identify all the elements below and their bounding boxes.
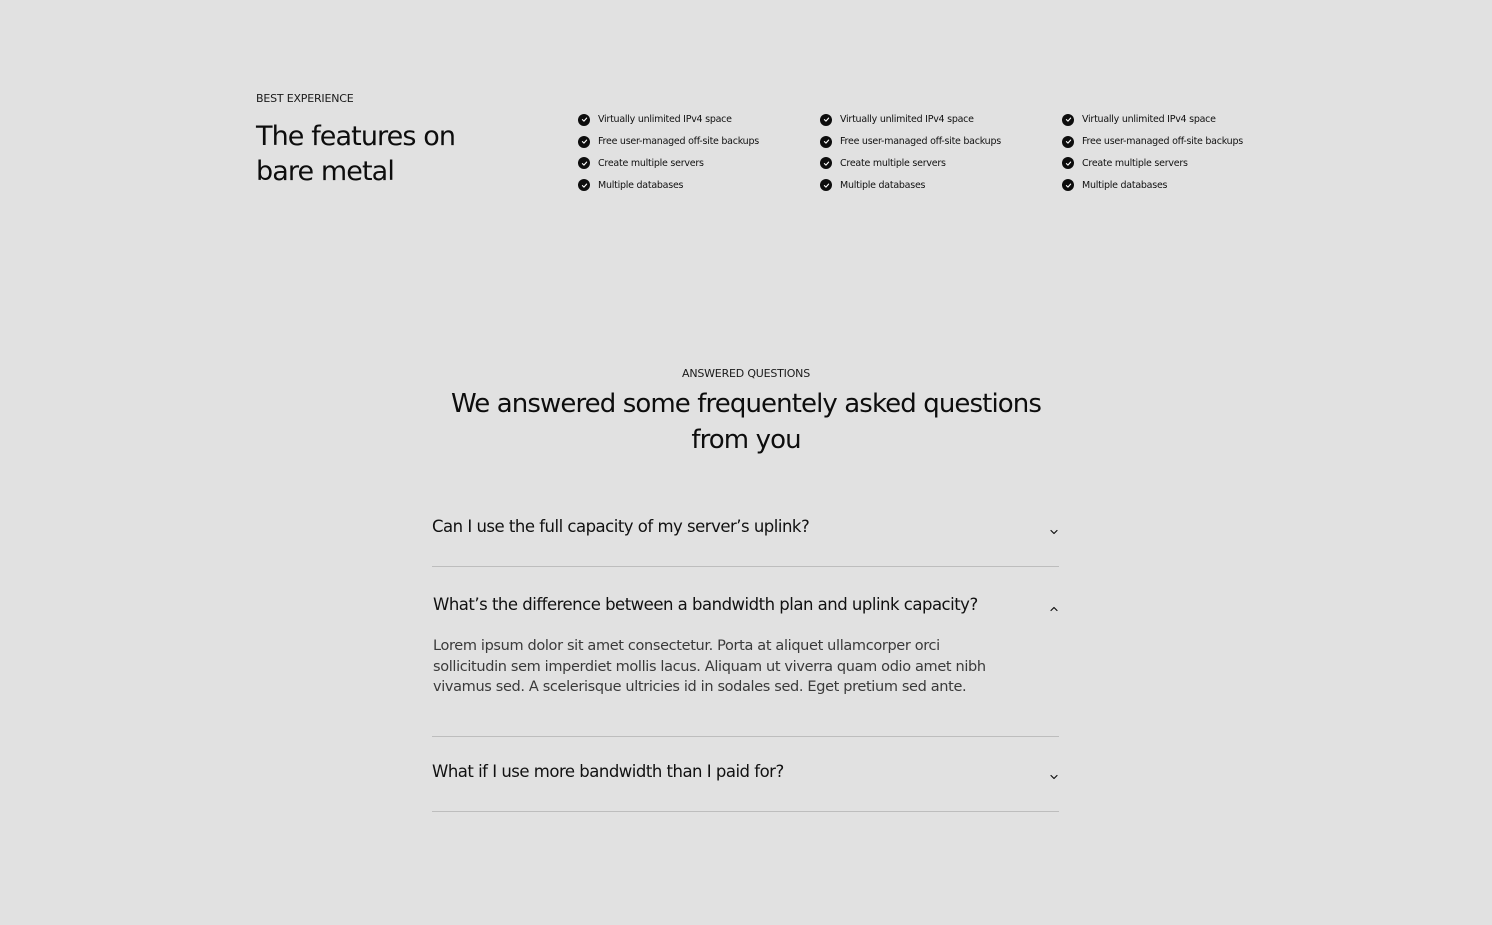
- feature-item: Multiple databases: [1062, 174, 1243, 196]
- faq-item[interactable]: Can I use the full capacity of my server…: [432, 492, 1059, 567]
- feature-item: Create multiple servers: [578, 153, 759, 175]
- feature-item-label: Free user-managed off-site backups: [598, 136, 759, 148]
- check-circle-icon: [1062, 157, 1074, 170]
- feature-item: Virtually unlimited IPv4 space: [820, 109, 1001, 131]
- chevron-down-icon[interactable]: [1049, 527, 1059, 537]
- feature-item: Multiple databases: [578, 174, 759, 196]
- faq-answer: Lorem ipsum dolor sit amet consectetur. …: [433, 638, 986, 695]
- feature-item-label: Virtually unlimited IPv4 space: [840, 114, 974, 126]
- feature-item-label: Create multiple servers: [840, 157, 946, 169]
- feature-item-label: Multiple databases: [840, 179, 926, 191]
- feature-item-label: Free user-managed off-site backups: [1082, 136, 1243, 148]
- faq-accordion: Can I use the full capacity of my server…: [432, 492, 1059, 812]
- feature-item-label: Create multiple servers: [1082, 157, 1188, 169]
- feature-list-3: Virtually unlimited IPv4 space Free user…: [1062, 109, 1243, 196]
- feature-item: Free user-managed off-site backups: [1062, 131, 1243, 153]
- features-eyebrow: BEST EXPERIENCE: [256, 92, 354, 105]
- feature-item-label: Multiple databases: [1082, 179, 1168, 191]
- feature-item-label: Virtually unlimited IPv4 space: [598, 114, 732, 126]
- feature-item: Multiple databases: [820, 174, 1001, 196]
- feature-item-label: Free user-managed off-site backups: [840, 136, 1001, 148]
- check-circle-icon: [578, 157, 590, 170]
- feature-item: Virtually unlimited IPv4 space: [578, 109, 759, 131]
- feature-list-1: Virtually unlimited IPv4 space Free user…: [578, 109, 759, 196]
- faq-item[interactable]: What if I use more bandwidth than I paid…: [432, 737, 1059, 812]
- faq-question[interactable]: What if I use more bandwidth than I paid…: [432, 762, 784, 781]
- check-circle-icon: [578, 113, 590, 126]
- chevron-up-icon[interactable]: [1049, 604, 1059, 614]
- feature-item: Virtually unlimited IPv4 space: [1062, 109, 1243, 131]
- features-title: The features on bare metal: [256, 121, 456, 187]
- feature-item: Create multiple servers: [1062, 153, 1243, 175]
- feature-item: Create multiple servers: [820, 153, 1001, 175]
- faq-item-expanded[interactable]: What’s the difference between a bandwidt…: [432, 567, 1059, 737]
- check-circle-icon: [820, 113, 832, 126]
- feature-item-label: Create multiple servers: [598, 157, 704, 169]
- check-circle-icon: [578, 179, 590, 192]
- check-circle-icon: [820, 179, 832, 192]
- feature-item: Free user-managed off-site backups: [578, 131, 759, 153]
- check-circle-icon: [1062, 179, 1074, 192]
- check-circle-icon: [1062, 135, 1074, 148]
- faq-eyebrow: ANSWERED QUESTIONS: [682, 367, 810, 380]
- faq-question[interactable]: Can I use the full capacity of my server…: [432, 517, 810, 536]
- check-circle-icon: [578, 135, 590, 148]
- check-circle-icon: [820, 157, 832, 170]
- feature-item-label: Virtually unlimited IPv4 space: [1082, 114, 1216, 126]
- feature-item: Free user-managed off-site backups: [820, 131, 1001, 153]
- check-circle-icon: [1062, 113, 1074, 126]
- check-circle-icon: [820, 135, 832, 148]
- faq-question[interactable]: What’s the difference between a bandwidt…: [433, 595, 978, 614]
- feature-item-label: Multiple databases: [598, 179, 684, 191]
- chevron-down-icon[interactable]: [1049, 772, 1059, 782]
- faq-title: We answered some frequentely asked quest…: [450, 389, 1042, 455]
- feature-list-2: Virtually unlimited IPv4 space Free user…: [820, 109, 1001, 196]
